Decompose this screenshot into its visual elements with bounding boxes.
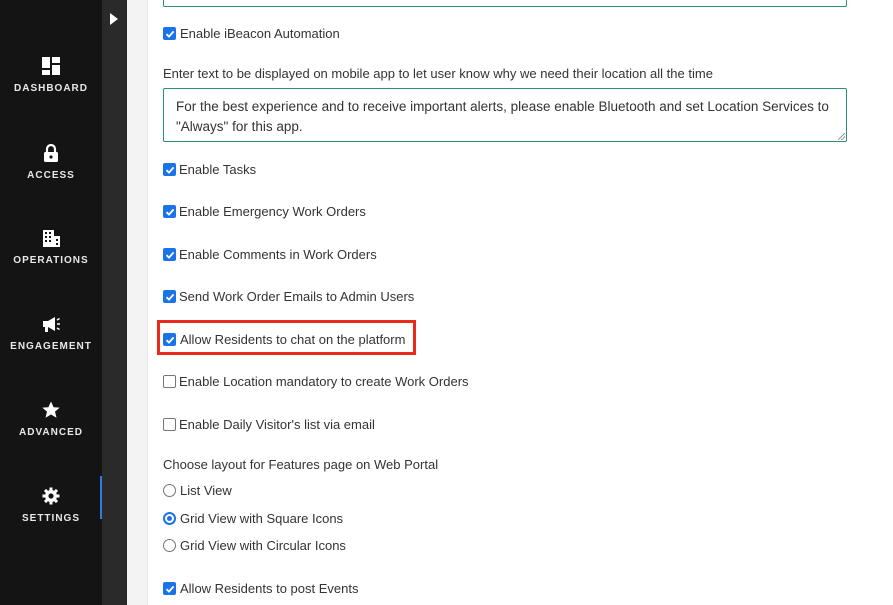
checkmark-icon: [165, 208, 174, 216]
residents-chat-row[interactable]: Allow Residents to chat on the platform: [163, 332, 405, 347]
comments-work-orders-label: Enable Comments in Work Orders: [179, 247, 377, 262]
grid-square-radio[interactable]: [163, 512, 176, 525]
sidebar-rail: [102, 0, 127, 605]
sidebar-item-label: ADVANCED: [19, 427, 83, 438]
comments-work-orders-row[interactable]: Enable Comments in Work Orders: [163, 247, 377, 262]
sidebar-item-access[interactable]: ACCESS: [0, 143, 102, 203]
residents-events-checkbox[interactable]: [163, 582, 176, 595]
layout-option-grid-circular[interactable]: Grid View with Circular Icons: [163, 538, 346, 553]
lock-icon: [44, 143, 58, 162]
daily-visitors-row[interactable]: Enable Daily Visitor's list via email: [163, 417, 375, 432]
residents-events-row[interactable]: Allow Residents to post Events: [163, 581, 358, 596]
location-mandatory-row[interactable]: Enable Location mandatory to create Work…: [163, 374, 469, 389]
enable-ibeacon-row[interactable]: Enable iBeacon Automation: [163, 26, 340, 41]
sidebar-item-engagement[interactable]: ENGAGEMENT: [0, 314, 102, 374]
location-mandatory-label: Enable Location mandatory to create Work…: [179, 374, 469, 389]
megaphone-icon: [43, 317, 60, 332]
layout-label: Choose layout for Features page on Web P…: [163, 457, 439, 472]
daily-visitors-label: Enable Daily Visitor's list via email: [179, 417, 375, 432]
grid-square-label: Grid View with Square Icons: [180, 511, 344, 526]
layout-option-list-view[interactable]: List View: [163, 483, 232, 498]
content-gutter: [127, 0, 148, 605]
emergency-work-orders-row[interactable]: Enable Emergency Work Orders: [163, 204, 366, 219]
sidebar-item-label: OPERATIONS: [13, 255, 89, 266]
sidebar: DASHBOARD ACCESS OPERATIONS ENGAGEMENT A…: [0, 0, 102, 605]
work-order-emails-label: Send Work Order Emails to Admin Users: [179, 289, 415, 304]
gear-icon: [42, 487, 60, 505]
layout-option-grid-square[interactable]: Grid View with Square Icons: [163, 511, 343, 526]
sidebar-item-advanced[interactable]: ADVANCED: [0, 400, 102, 460]
checkmark-icon: [165, 251, 174, 259]
residents-chat-label: Allow Residents to chat on the platform: [180, 332, 406, 347]
grid-circular-label: Grid View with Circular Icons: [180, 538, 346, 553]
comments-work-orders-checkbox[interactable]: [163, 248, 176, 261]
enable-ibeacon-checkbox[interactable]: [163, 27, 176, 40]
residents-events-label: Allow Residents to post Events: [180, 581, 359, 596]
location-mandatory-checkbox[interactable]: [163, 375, 176, 388]
work-order-emails-row[interactable]: Send Work Order Emails to Admin Users: [163, 289, 414, 304]
checkmark-icon: [165, 30, 174, 38]
checkmark-icon: [165, 166, 174, 174]
list-view-label: List View: [180, 483, 232, 498]
checkmark-icon: [165, 336, 174, 344]
resize-handle[interactable]: [838, 133, 845, 140]
grid-circular-radio[interactable]: [163, 539, 176, 552]
enable-tasks-checkbox[interactable]: [163, 163, 176, 176]
sidebar-item-operations[interactable]: OPERATIONS: [0, 228, 102, 288]
enable-tasks-row[interactable]: Enable Tasks: [163, 162, 256, 177]
location-prompt-textarea[interactable]: For the best experience and to receive i…: [163, 88, 847, 142]
enable-ibeacon-label: Enable iBeacon Automation: [180, 26, 340, 41]
sidebar-item-label: ENGAGEMENT: [10, 341, 92, 352]
list-view-radio[interactable]: [163, 484, 176, 497]
star-icon: [42, 401, 60, 418]
checkmark-icon: [165, 293, 174, 301]
emergency-work-orders-label: Enable Emergency Work Orders: [179, 204, 366, 219]
building-icon: [43, 230, 60, 247]
residents-chat-checkbox[interactable]: [163, 333, 176, 346]
enable-tasks-label: Enable Tasks: [179, 162, 257, 177]
location-prompt-label: Enter text to be displayed on mobile app…: [163, 66, 713, 81]
sidebar-item-label: SETTINGS: [21, 513, 80, 524]
sidebar-item-settings[interactable]: SETTINGS: [0, 476, 102, 546]
caret-right-icon[interactable]: [110, 13, 118, 25]
location-prompt-value: For the best experience and to receive i…: [176, 99, 829, 134]
sidebar-item-dashboard[interactable]: DASHBOARD: [0, 56, 102, 116]
previous-textarea[interactable]: [163, 0, 847, 7]
sidebar-item-label: DASHBOARD: [14, 83, 88, 94]
dashboard-icon: [42, 57, 60, 75]
sidebar-item-label: ACCESS: [27, 170, 75, 181]
checkmark-icon: [165, 585, 174, 593]
work-order-emails-checkbox[interactable]: [163, 290, 176, 303]
emergency-work-orders-checkbox[interactable]: [163, 205, 176, 218]
daily-visitors-checkbox[interactable]: [163, 418, 176, 431]
